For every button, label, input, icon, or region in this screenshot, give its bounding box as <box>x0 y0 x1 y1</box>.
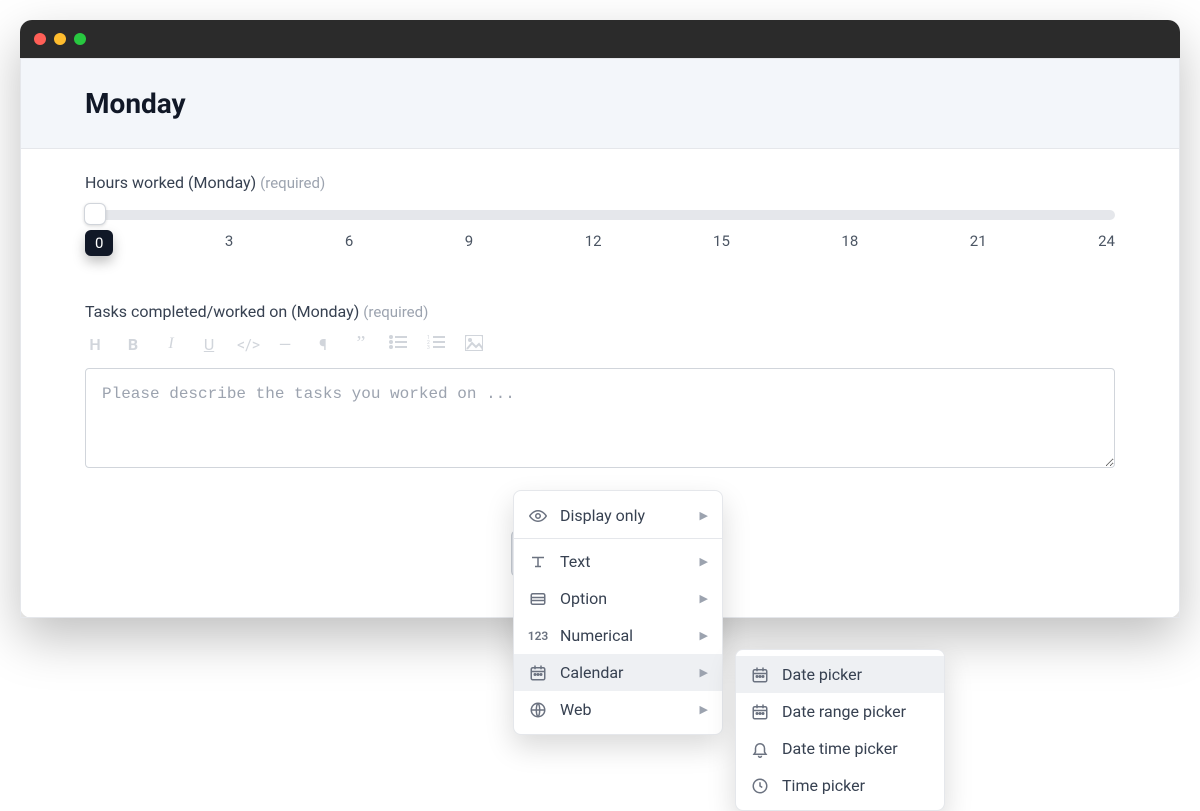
chevron-right-icon: ▶ <box>700 666 708 679</box>
chevron-right-icon: ▶ <box>700 592 708 605</box>
menu-item-label: Numerical <box>560 626 633 645</box>
menu-item-date-time-picker[interactable]: Date time picker <box>736 730 944 767</box>
numerical-icon: 123 <box>528 629 548 643</box>
quote-icon[interactable]: ” <box>351 335 371 354</box>
menu-item-time-picker[interactable]: Time picker <box>736 767 944 804</box>
window-close-icon[interactable] <box>34 33 46 45</box>
page-header: Monday <box>21 59 1179 149</box>
hours-worked-label-text: Hours worked (Monday) <box>85 173 256 192</box>
bullet-list-icon[interactable] <box>389 335 409 354</box>
hours-worked-label: Hours worked (Monday) (required) <box>85 173 1115 192</box>
hours-worked-required: (required) <box>260 174 325 192</box>
slider-tick: 24 <box>1098 232 1115 258</box>
menu-item-text[interactable]: Text ▶ <box>514 543 722 580</box>
menu-separator <box>514 538 722 539</box>
slider-thumb[interactable] <box>84 203 106 225</box>
underline-icon[interactable]: U <box>199 335 219 354</box>
tasks-textarea[interactable] <box>85 368 1115 468</box>
menu-item-label: Time picker <box>782 776 865 795</box>
slider-tick: 12 <box>585 232 602 258</box>
bell-icon <box>750 740 770 758</box>
tasks-field: Tasks completed/worked on (Monday) (requ… <box>85 302 1115 472</box>
menu-item-display-only[interactable]: Display only ▶ <box>514 497 722 534</box>
numbered-list-icon[interactable]: 123 <box>427 335 447 354</box>
chevron-right-icon: ▶ <box>700 703 708 716</box>
app-window: Monday Hours worked (Monday) (required) … <box>20 20 1180 618</box>
menu-item-web[interactable]: Web ▶ <box>514 691 722 728</box>
heading-icon[interactable]: H <box>85 335 105 354</box>
page-title: Monday <box>85 87 1115 120</box>
slider-tick: 18 <box>841 232 858 258</box>
pilcrow-icon[interactable]: ¶ <box>313 335 333 354</box>
chevron-right-icon: ▶ <box>700 555 708 568</box>
option-icon <box>528 590 548 608</box>
menu-item-label: Display only <box>560 506 645 525</box>
titlebar <box>20 20 1180 58</box>
hours-worked-field: Hours worked (Monday) (required) 0 3 6 9 12 1… <box>85 173 1115 258</box>
calendar-icon <box>750 666 770 684</box>
element-type-menu[interactable]: Display only▶Text▶Option▶123Numerical▶Ca… <box>513 490 723 735</box>
menu-item-option[interactable]: Option ▶ <box>514 580 722 617</box>
slider-value-badge: 0 <box>85 230 113 256</box>
hr-icon[interactable]: — <box>275 335 295 354</box>
window-maximize-icon[interactable] <box>74 33 86 45</box>
web-icon <box>528 701 548 719</box>
editor-toolbar: H B I U </> — ¶ ” 123 <box>85 335 1115 354</box>
slider-tick: 21 <box>970 232 987 258</box>
slider-tick: 15 <box>713 232 730 258</box>
code-icon[interactable]: </> <box>237 335 257 354</box>
italic-icon[interactable]: I <box>161 335 181 354</box>
image-icon[interactable] <box>465 335 485 354</box>
tasks-label: Tasks completed/worked on (Monday) (requ… <box>85 302 1115 321</box>
hours-slider[interactable]: 0 3 6 9 12 15 18 21 24 <box>85 210 1115 258</box>
slider-tick: 6 <box>345 232 353 258</box>
menu-item-date-range-picker[interactable]: Date range picker <box>736 693 944 730</box>
menu-item-date-picker[interactable]: Date picker <box>736 656 944 693</box>
tasks-required: (required) <box>363 303 428 321</box>
tasks-label-text: Tasks completed/worked on (Monday) <box>85 302 359 321</box>
svg-text:3: 3 <box>427 345 430 349</box>
slider-tick: 9 <box>465 232 473 258</box>
menu-item-label: Date picker <box>782 665 862 684</box>
slider-track[interactable] <box>85 210 1115 220</box>
menu-item-numerical[interactable]: 123 Numerical ▶ <box>514 617 722 654</box>
chevron-right-icon: ▶ <box>700 509 708 522</box>
window-minimize-icon[interactable] <box>54 33 66 45</box>
menu-item-calendar[interactable]: Calendar ▶ <box>514 654 722 691</box>
eye-icon <box>528 507 548 525</box>
menu-item-label: Text <box>560 552 590 571</box>
menu-item-label: Calendar <box>560 663 623 682</box>
menu-item-label: Date range picker <box>782 702 906 721</box>
calendar-icon <box>528 664 548 682</box>
menu-item-label: Web <box>560 700 591 719</box>
menu-item-label: Date time picker <box>782 739 898 758</box>
bold-icon[interactable]: B <box>123 335 143 354</box>
menu-item-label: Option <box>560 589 607 608</box>
slider-ticks: 0 3 6 9 12 15 18 21 24 <box>85 232 1115 258</box>
calendar-submenu[interactable]: Date picker Date range picker Date time pi… <box>735 649 945 811</box>
chevron-right-icon: ▶ <box>700 629 708 642</box>
slider-tick: 3 <box>225 232 233 258</box>
calendar-icon <box>750 703 770 721</box>
clock-icon <box>750 777 770 795</box>
form-body: Hours worked (Monday) (required) 0 3 6 9 12 1… <box>21 149 1179 617</box>
content: Monday Hours worked (Monday) (required) … <box>20 58 1180 618</box>
text-icon <box>528 553 548 571</box>
